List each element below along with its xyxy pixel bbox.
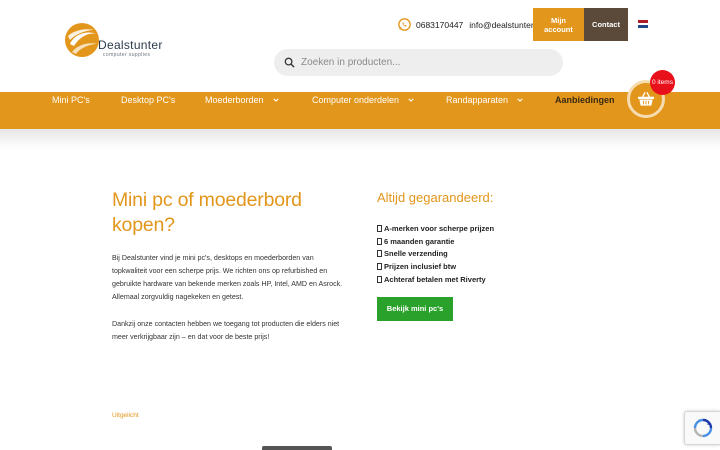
chevron-down-icon <box>517 98 523 102</box>
nav-label: Desktop PC's <box>121 95 176 105</box>
list-item-label: 6 maanden garantie <box>384 236 455 246</box>
logo-subtitle: computer supplies <box>103 52 151 58</box>
search-input[interactable] <box>301 57 541 68</box>
recaptcha-badge[interactable] <box>684 411 720 445</box>
check-box-icon <box>377 224 382 232</box>
nav-label: Randapparaten <box>446 95 509 105</box>
list-item: 6 maanden garantie <box>377 235 494 248</box>
nav-label: Aanbiedingen <box>555 95 615 105</box>
intro-paragraph-2: Dankzij onze contacten hebben we toegang… <box>112 320 340 341</box>
view-mini-pcs-button[interactable]: Bekijk mini pc's <box>377 297 453 321</box>
chevron-down-icon <box>408 98 414 102</box>
list-item: Prijzen inclusief btw <box>377 260 494 273</box>
product-image-edge[interactable] <box>262 446 332 450</box>
guarantee-list: A-merken voor scherpe prijzen 6 maanden … <box>377 222 494 286</box>
list-item-label: Prijzen inclusief btw <box>384 262 457 272</box>
featured-label: Uitgelicht <box>112 412 139 419</box>
account-label-line-2: account <box>544 25 573 34</box>
account-label-line-1: Mijn <box>551 16 566 25</box>
nav-item-computer-onderdelen[interactable]: Computer onderdelen <box>312 95 414 105</box>
logo-mark-icon <box>65 23 99 57</box>
nav-label: Computer onderdelen <box>312 95 400 105</box>
nav-item-mini-pcs[interactable]: Mini PC's <box>52 95 90 105</box>
list-item-label: Achteraf betalen met Riverty <box>384 275 486 285</box>
basket-icon <box>638 92 654 106</box>
email-link[interactable]: info@dealstunter.nl <box>469 20 542 30</box>
main-navigation: Mini PC's Desktop PC's Moederborden Comp… <box>0 92 720 129</box>
list-item-label: A-merken voor scherpe prijzen <box>384 223 495 233</box>
site-header: Dealstunter computer supplies 0683170447… <box>0 0 720 92</box>
check-box-icon <box>377 237 382 245</box>
header-shadow <box>0 129 720 149</box>
list-item: Achteraf betalen met Riverty <box>377 273 494 286</box>
dutch-flag-icon[interactable] <box>638 20 648 28</box>
intro-title: Mini pc of moederbord kopen? <box>112 189 302 236</box>
nav-item-randapparaten[interactable]: Randapparaten <box>446 95 523 105</box>
intro-paragraph-1: Bij Dealstunter vind je mini pc's, deskt… <box>112 254 343 301</box>
phone-link[interactable]: 0683170447 <box>416 20 463 30</box>
recaptcha-icon <box>693 418 712 438</box>
nav-item-desktop-pcs[interactable]: Desktop PC's <box>121 95 175 105</box>
check-box-icon <box>377 276 382 284</box>
nav-item-aanbiedingen[interactable]: Aanbiedingen <box>555 95 615 105</box>
check-box-icon <box>377 250 382 258</box>
check-box-icon <box>377 263 382 271</box>
my-account-button[interactable]: Mijn account <box>533 8 584 41</box>
search-icon <box>284 57 295 68</box>
nav-label: Moederborden <box>205 95 264 105</box>
contact-button[interactable]: Contact <box>584 8 628 41</box>
nav-label: Mini PC's <box>52 95 90 105</box>
contact-info: 0683170447 info@dealstunter.nl <box>398 18 548 31</box>
whatsapp-icon[interactable] <box>398 18 411 31</box>
cart-count-badge: 0 items <box>650 70 675 95</box>
chevron-down-icon <box>272 98 279 102</box>
list-item-label: Snelle verzending <box>384 249 448 259</box>
list-item: Snelle verzending <box>377 248 494 261</box>
list-item: A-merken voor scherpe prijzen <box>377 222 494 235</box>
search-bar[interactable] <box>274 49 563 76</box>
logo-text: Dealstunter <box>98 38 163 52</box>
guarantee-title: Altijd gegarandeerd: <box>377 190 494 205</box>
nav-item-moederborden[interactable]: Moederborden <box>205 95 279 105</box>
